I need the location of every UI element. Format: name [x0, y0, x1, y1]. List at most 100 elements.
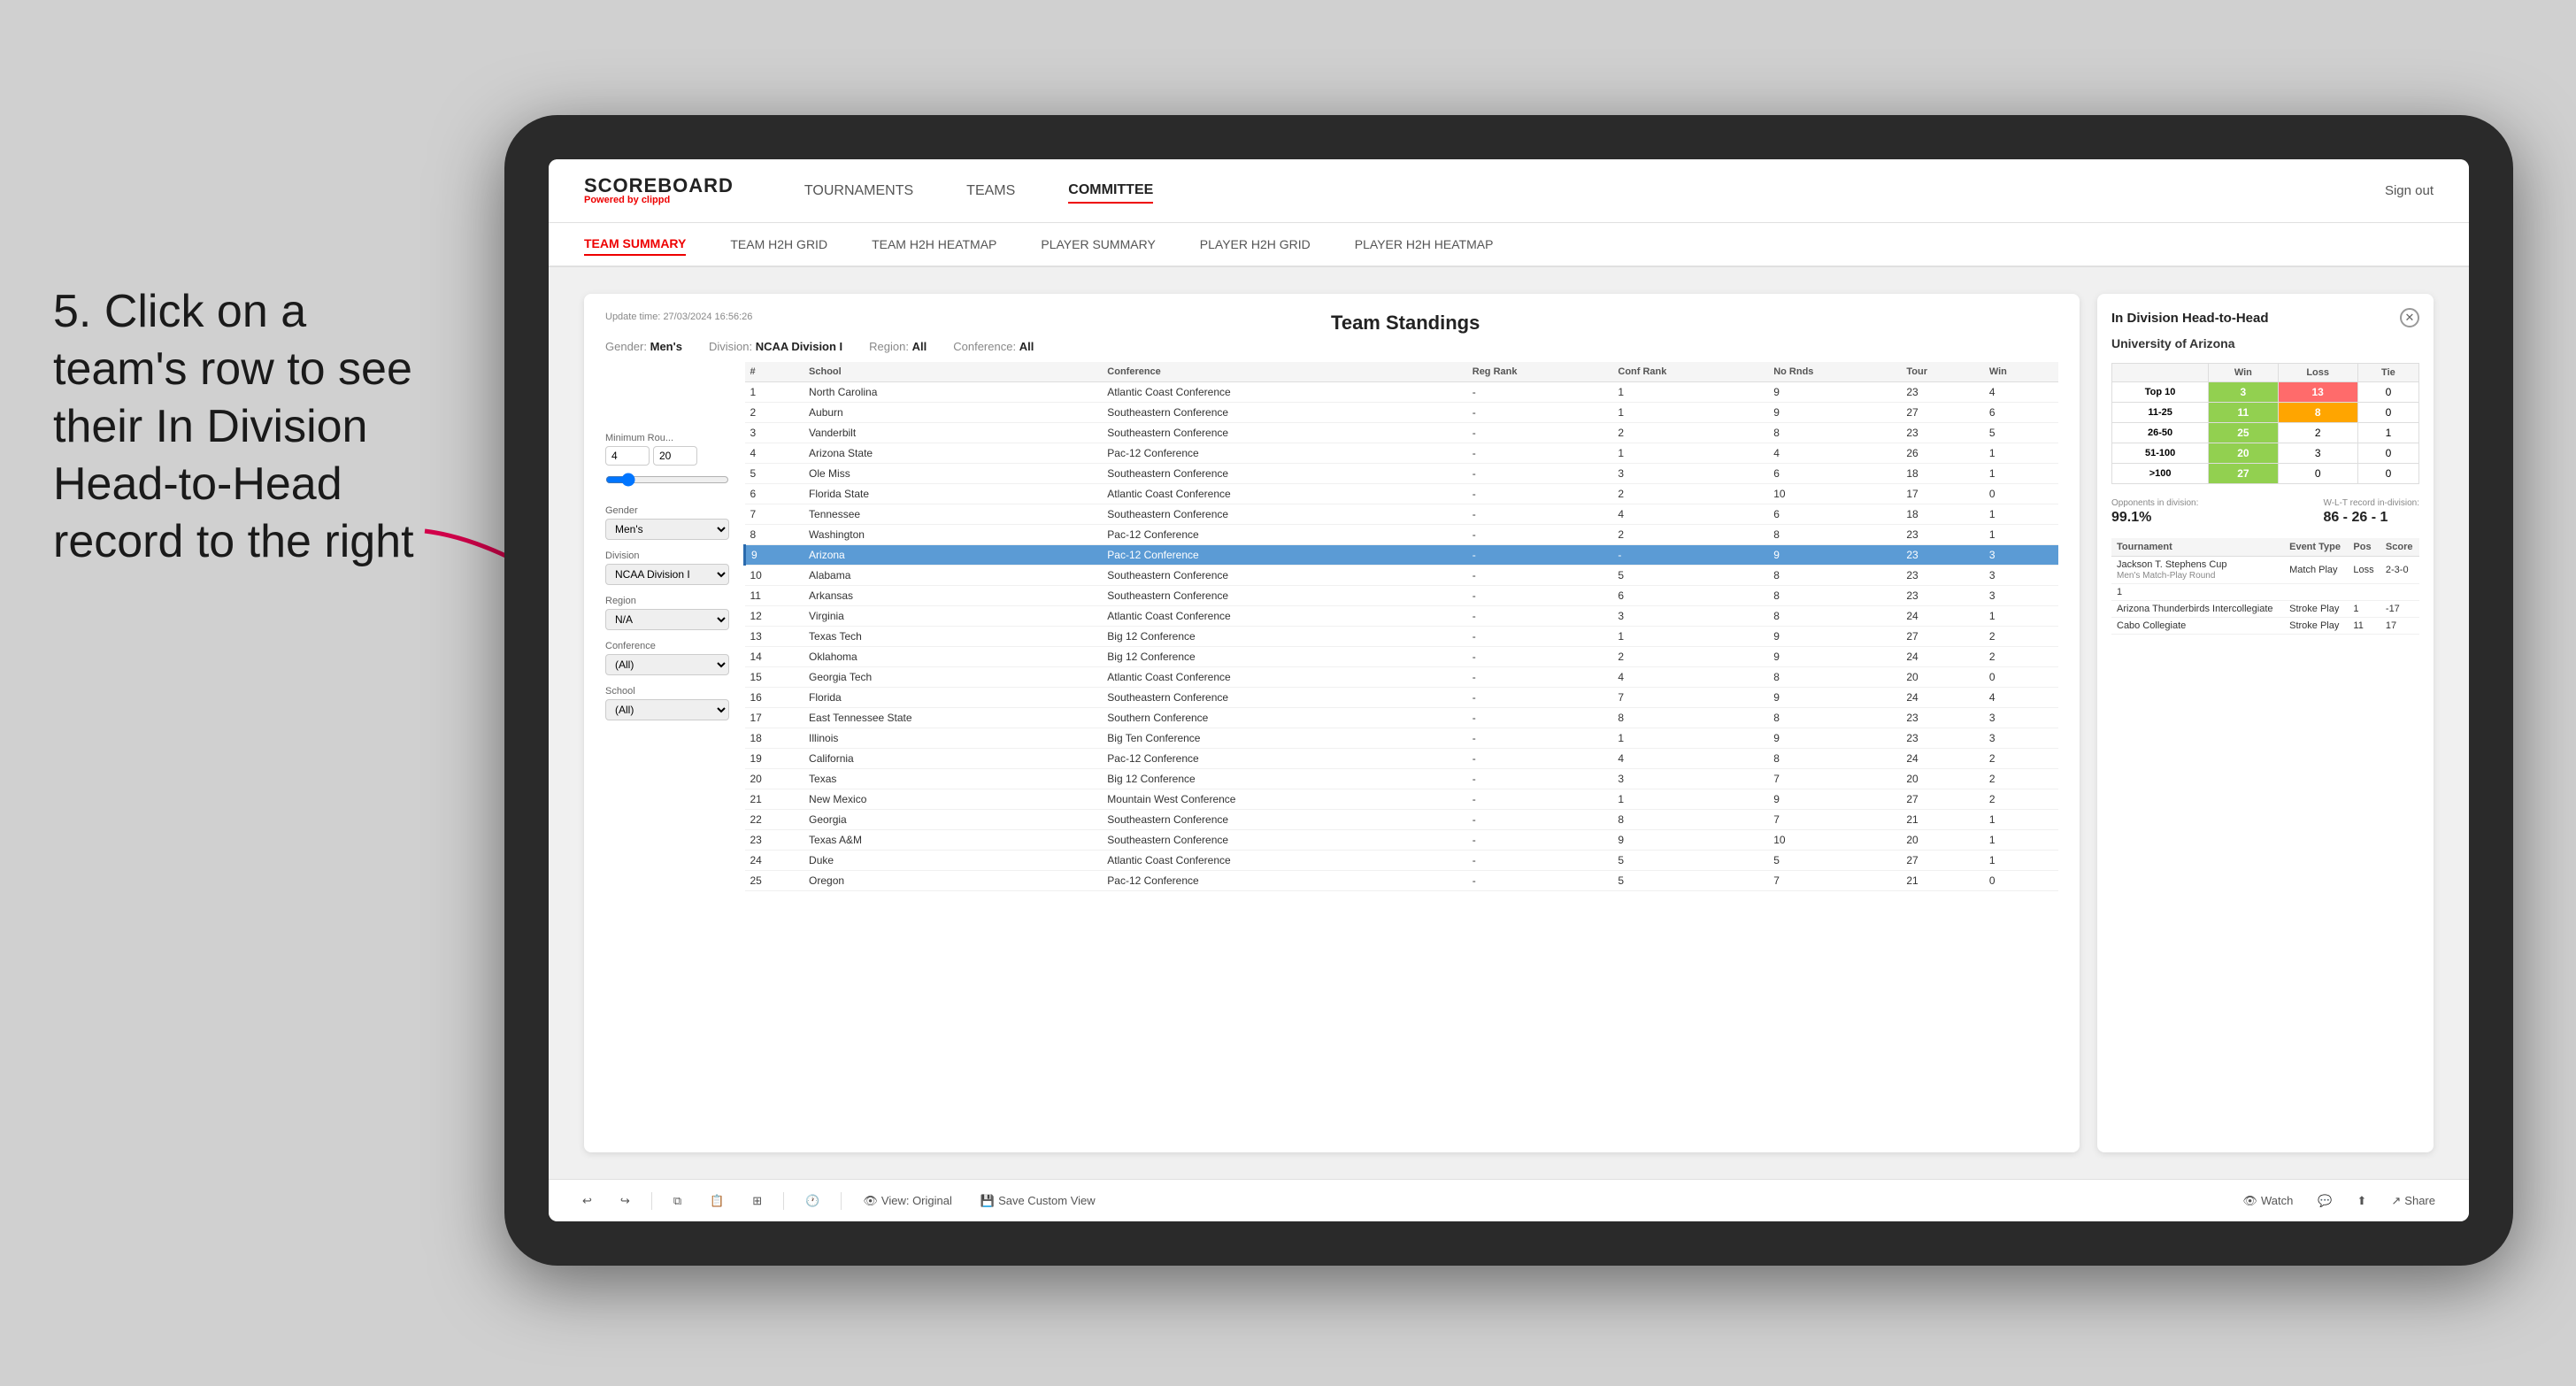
- standings-card: Update time: 27/03/2024 16:56:26 Team St…: [584, 294, 2080, 1152]
- table-row[interactable]: 4 Arizona State Pac-12 Conference - 1 4 …: [745, 443, 2059, 464]
- subnav-team-h2h-grid[interactable]: TEAM H2H GRID: [730, 234, 827, 255]
- tourney-score: 2-3-0: [2380, 557, 2419, 584]
- tourney-row: Cabo Collegiate Stroke Play 11 17: [2111, 618, 2419, 635]
- school-select[interactable]: (All): [605, 699, 729, 720]
- paste-button[interactable]: 📋: [703, 1190, 731, 1212]
- subnav-team-h2h-heatmap[interactable]: TEAM H2H HEATMAP: [872, 234, 996, 255]
- table-row[interactable]: 15 Georgia Tech Atlantic Coast Conferenc…: [745, 667, 2059, 688]
- table-row[interactable]: 20 Texas Big 12 Conference - 3 7 20 2: [745, 769, 2059, 789]
- cell-win: 5: [1984, 423, 2058, 443]
- redo-button[interactable]: ↪: [613, 1190, 637, 1212]
- min-rounds-input-2[interactable]: [653, 446, 697, 466]
- cell-no-rnds: 9: [1768, 545, 1901, 566]
- table-row[interactable]: 14 Oklahoma Big 12 Conference - 2 9 24 2: [745, 647, 2059, 667]
- subnav-player-h2h-grid[interactable]: PLAYER H2H GRID: [1200, 234, 1311, 255]
- gender-select[interactable]: Men's Women's: [605, 519, 729, 540]
- table-row[interactable]: 11 Arkansas Southeastern Conference - 6 …: [745, 586, 2059, 606]
- table-row[interactable]: 3 Vanderbilt Southeastern Conference - 2…: [745, 423, 2059, 443]
- data-section: # School Conference Reg Rank Conf Rank N…: [743, 362, 2058, 1135]
- subnav-player-h2h-heatmap[interactable]: PLAYER H2H HEATMAP: [1355, 234, 1494, 255]
- cell-conf-rank: 6: [1612, 586, 1768, 606]
- save-custom-button[interactable]: 💾 Save Custom View: [973, 1190, 1103, 1212]
- h2h-close-button[interactable]: ✕: [2400, 308, 2419, 327]
- cell-conf-rank: 8: [1612, 810, 1768, 830]
- table-row[interactable]: 8 Washington Pac-12 Conference - 2 8 23 …: [745, 525, 2059, 545]
- grid-button[interactable]: ⊞: [745, 1190, 769, 1212]
- table-row[interactable]: 25 Oregon Pac-12 Conference - 5 7 21 0: [745, 871, 2059, 891]
- tourney-col-score: Score: [2380, 538, 2419, 557]
- cell-reg-rank: -: [1467, 810, 1613, 830]
- col-conference: Conference: [1102, 362, 1466, 382]
- toolbar-sep-3: [841, 1192, 842, 1210]
- cell-no-rnds: 8: [1768, 708, 1901, 728]
- cell-no-rnds: 9: [1768, 728, 1901, 749]
- table-row[interactable]: 7 Tennessee Southeastern Conference - 4 …: [745, 504, 2059, 525]
- tourney-row: Arizona Thunderbirds Intercollegiate Str…: [2111, 601, 2419, 618]
- view-original-button[interactable]: 👁 View: Original: [856, 1190, 958, 1212]
- h2h-loss: 0: [2278, 464, 2357, 484]
- copy-button[interactable]: ⧉: [666, 1190, 688, 1212]
- division-select[interactable]: NCAA Division I NCAA Division II NCAA Di…: [605, 564, 729, 585]
- h2h-win: 3: [2209, 382, 2278, 403]
- cell-no-rnds: 7: [1768, 871, 1901, 891]
- cell-tour: 21: [1901, 810, 1983, 830]
- outer-container: 5. Click on a team's row to see their In…: [0, 0, 2576, 1386]
- table-row[interactable]: 10 Alabama Southeastern Conference - 5 8…: [745, 566, 2059, 586]
- clock-button[interactable]: 🕐: [798, 1190, 827, 1212]
- cell-reg-rank: -: [1467, 606, 1613, 627]
- nav-teams[interactable]: TEAMS: [966, 180, 1015, 203]
- cell-school: Georgia: [804, 810, 1102, 830]
- table-row[interactable]: 18 Illinois Big Ten Conference - 1 9 23 …: [745, 728, 2059, 749]
- table-row[interactable]: 17 East Tennessee State Southern Confere…: [745, 708, 2059, 728]
- h2h-label: 51-100: [2112, 443, 2209, 464]
- cell-no-rnds: 4: [1768, 443, 1901, 464]
- table-row[interactable]: 16 Florida Southeastern Conference - 7 9…: [745, 688, 2059, 708]
- tablet-screen: SCOREBOARD Powered by clippd TOURNAMENTS…: [549, 159, 2469, 1221]
- filter-group-conference: Conference (All): [605, 641, 729, 675]
- cell-conf-rank: 2: [1612, 484, 1768, 504]
- region-select[interactable]: N/A All: [605, 609, 729, 630]
- cell-conference: Atlantic Coast Conference: [1102, 382, 1466, 403]
- cell-tour: 27: [1901, 627, 1983, 647]
- subnav-player-summary[interactable]: PLAYER SUMMARY: [1041, 234, 1155, 255]
- table-row[interactable]: 24 Duke Atlantic Coast Conference - 5 5 …: [745, 851, 2059, 871]
- cell-conference: Pac-12 Conference: [1102, 525, 1466, 545]
- nav-tournaments[interactable]: TOURNAMENTS: [804, 180, 913, 203]
- min-rounds-input-1[interactable]: [605, 446, 650, 466]
- table-row[interactable]: 1 North Carolina Atlantic Coast Conferen…: [745, 382, 2059, 403]
- watch-button[interactable]: 👁 Watch: [2235, 1190, 2300, 1212]
- cell-tour: 23: [1901, 728, 1983, 749]
- table-row[interactable]: 21 New Mexico Mountain West Conference -…: [745, 789, 2059, 810]
- cell-conference: Atlantic Coast Conference: [1102, 484, 1466, 504]
- table-row[interactable]: 5 Ole Miss Southeastern Conference - 3 6…: [745, 464, 2059, 484]
- cell-reg-rank: -: [1467, 443, 1613, 464]
- export-button[interactable]: ⬆: [2349, 1190, 2373, 1212]
- h2h-title: In Division Head-to-Head: [2111, 311, 2269, 326]
- cell-school: Florida: [804, 688, 1102, 708]
- nav-committee[interactable]: COMMITTEE: [1068, 179, 1153, 204]
- cell-win: 4: [1984, 688, 2058, 708]
- cell-conference: Big 12 Conference: [1102, 769, 1466, 789]
- undo-button[interactable]: ↩: [575, 1190, 599, 1212]
- filter-group-gender: Gender Men's Women's: [605, 505, 729, 540]
- logo-brand: clippd: [642, 195, 670, 205]
- cell-conference: Atlantic Coast Conference: [1102, 606, 1466, 627]
- table-row[interactable]: 23 Texas A&M Southeastern Conference - 9…: [745, 830, 2059, 851]
- filter-group-region: Region N/A All: [605, 596, 729, 630]
- share-button[interactable]: ↗ Share: [2384, 1190, 2442, 1212]
- subnav-team-summary[interactable]: TEAM SUMMARY: [584, 233, 686, 256]
- table-row[interactable]: 12 Virginia Atlantic Coast Conference - …: [745, 606, 2059, 627]
- table-row[interactable]: 6 Florida State Atlantic Coast Conferenc…: [745, 484, 2059, 504]
- min-rounds-slider[interactable]: [605, 469, 729, 490]
- sign-out-button[interactable]: Sign out: [2385, 183, 2434, 198]
- table-area[interactable]: # School Conference Reg Rank Conf Rank N…: [743, 362, 2058, 1135]
- h2h-col-win: Win: [2209, 364, 2278, 382]
- comment-button[interactable]: 💬: [2311, 1190, 2339, 1212]
- table-row[interactable]: 2 Auburn Southeastern Conference - 1 9 2…: [745, 403, 2059, 423]
- table-row[interactable]: 22 Georgia Southeastern Conference - 8 7…: [745, 810, 2059, 830]
- conference-select[interactable]: (All): [605, 654, 729, 675]
- table-row[interactable]: 19 California Pac-12 Conference - 4 8 24…: [745, 749, 2059, 769]
- table-row[interactable]: 13 Texas Tech Big 12 Conference - 1 9 27…: [745, 627, 2059, 647]
- table-row[interactable]: 9 Arizona Pac-12 Conference - - 9 23 3: [745, 545, 2059, 566]
- cell-rank: 2: [745, 403, 804, 423]
